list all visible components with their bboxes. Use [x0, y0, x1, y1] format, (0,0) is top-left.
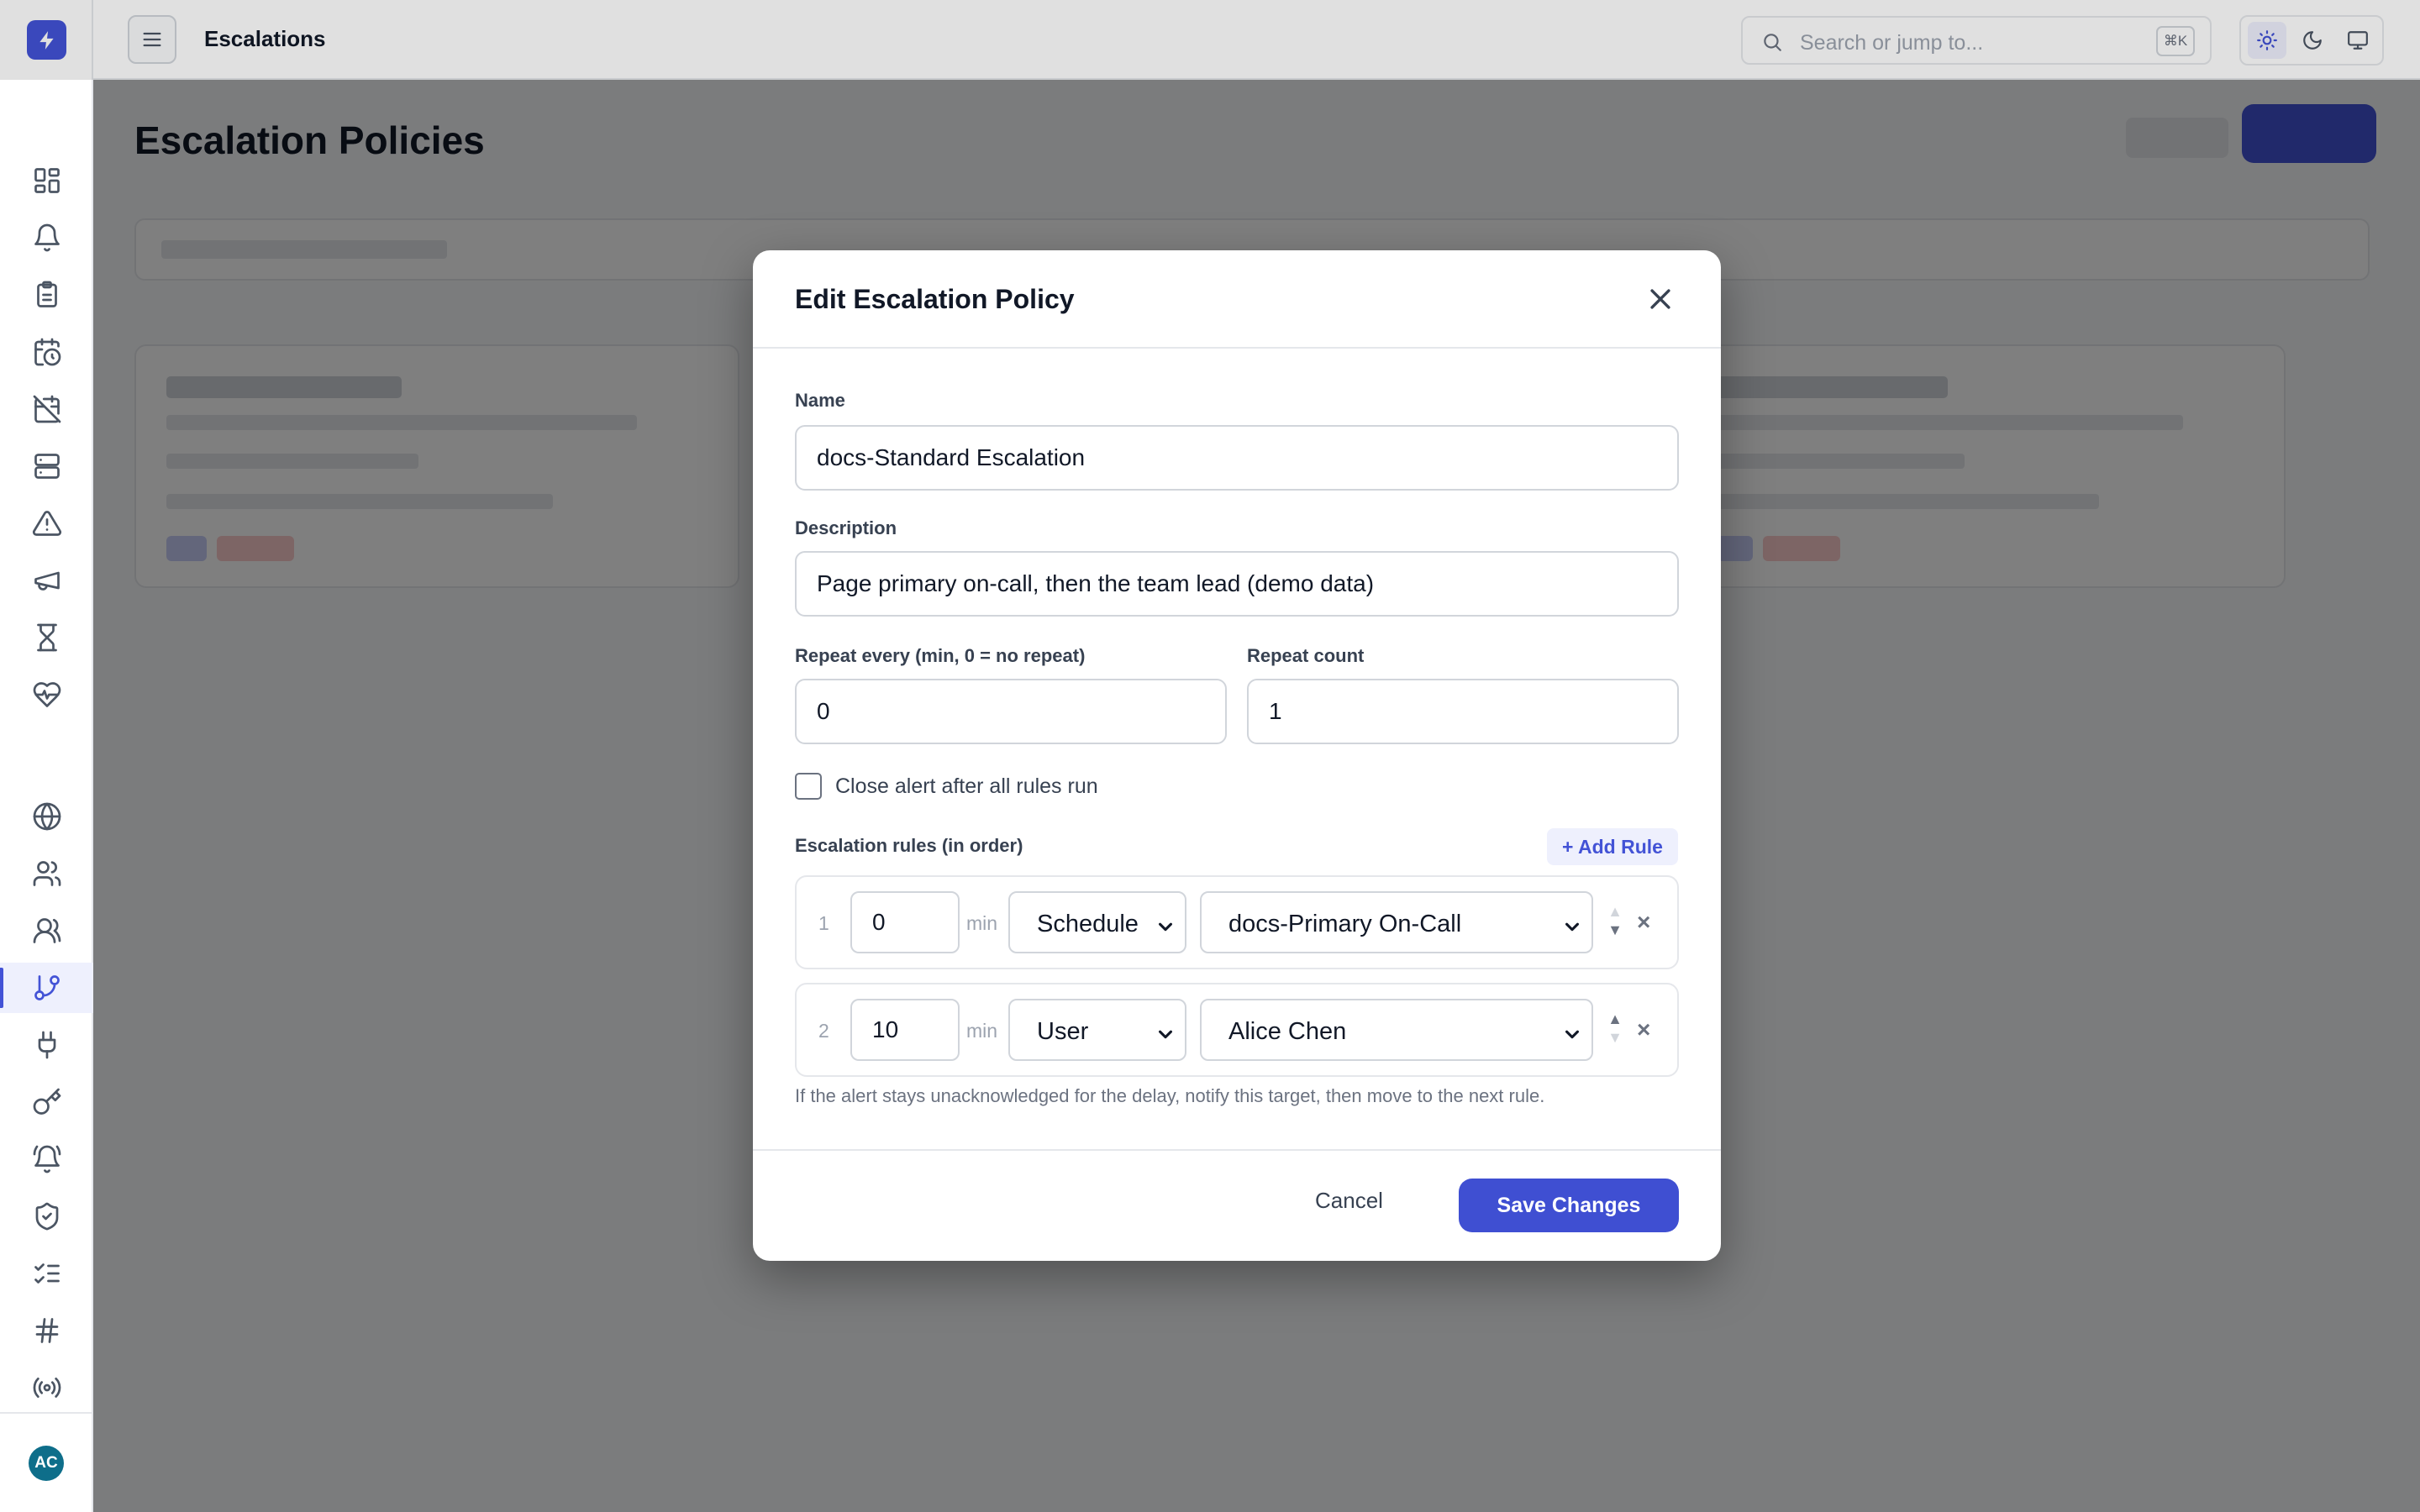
close-button[interactable] — [1644, 282, 1677, 316]
sidebar-item-escalations[interactable] — [0, 963, 93, 1013]
add-rule-button[interactable]: + Add Rule — [1547, 828, 1678, 865]
sidebar-divider — [0, 1412, 93, 1414]
chevron-down-icon — [1563, 1022, 1581, 1041]
escalation-rule-row: 1 min Schedule docs-Primary On-Call ▲ ▼ … — [795, 875, 1679, 969]
rule-target-type-value: Schedule — [1037, 911, 1139, 937]
bell-icon — [34, 223, 60, 252]
rule-delay-input[interactable] — [850, 891, 960, 953]
escalation-rule-row: 2 min User Alice Chen ▲ ▼ × — [795, 983, 1679, 1077]
rule-target-type-select[interactable]: Schedule — [1008, 891, 1186, 953]
sidebar-item-services[interactable] — [0, 441, 93, 491]
name-label: Name — [795, 390, 845, 411]
sidebar-item-schedules[interactable] — [0, 327, 93, 377]
key-icon — [33, 1088, 60, 1115]
heart-pulse-icon — [33, 682, 60, 707]
radio-icon — [33, 1378, 60, 1398]
remove-rule-icon[interactable]: × — [1637, 909, 1650, 936]
plug-icon — [38, 1031, 55, 1059]
sidebar-item-notifications[interactable] — [0, 1134, 93, 1184]
sidebar-item-channels[interactable] — [0, 1305, 93, 1356]
topbar-shade — [0, 0, 2420, 80]
rule-target-type-value: User — [1037, 1018, 1089, 1045]
calendar-off-icon — [33, 395, 60, 423]
avatar[interactable]: AC — [29, 1446, 64, 1481]
globe-icon — [33, 802, 60, 831]
rule-delay-unit: min — [966, 912, 998, 934]
rules-hint: If the alert stays unacknowledged for th… — [795, 1085, 1545, 1106]
rule-target-type-select[interactable]: User — [1008, 999, 1186, 1061]
repeat-every-label: Repeat every (min, 0 = no repeat) — [795, 645, 1086, 666]
close-after-label: Close alert after all rules run — [835, 774, 1098, 798]
chevron-down-icon — [1156, 1022, 1175, 1041]
modal-title: Edit Escalation Policy — [795, 284, 1075, 314]
git-branch-icon — [34, 975, 60, 1000]
sidebar-item-timeouts[interactable] — [0, 612, 93, 663]
sidebar-item-api-keys[interactable] — [0, 1077, 93, 1127]
repeat-every-field[interactable] — [795, 679, 1227, 744]
server-icon — [34, 454, 60, 479]
sidebar-item-heartbeats[interactable] — [0, 669, 93, 720]
modal-footer-divider — [753, 1149, 1721, 1151]
sidebar-item-teams[interactable] — [0, 906, 93, 956]
sidebar-item-announcements[interactable] — [0, 555, 93, 606]
move-down-icon[interactable]: ▼ — [1605, 1028, 1625, 1047]
dashboard-icon — [34, 168, 60, 193]
rules-title: Escalation rules (in order) — [795, 835, 1023, 856]
sidebar-item-security[interactable] — [0, 1191, 93, 1242]
rule-target-value: Alice Chen — [1228, 1018, 1347, 1045]
sidebar-item-maintenance[interactable] — [0, 384, 93, 434]
sidebar-item-incidents[interactable] — [0, 270, 93, 320]
sidebar-item-integrations[interactable] — [0, 1020, 93, 1070]
sidebar-item-users[interactable] — [0, 848, 93, 899]
cancel-button[interactable]: Cancel — [1315, 1188, 1383, 1214]
save-changes-button[interactable]: Save Changes — [1459, 1179, 1679, 1232]
chevron-down-icon — [1563, 915, 1581, 933]
hash-icon — [35, 1318, 58, 1343]
list-checks-icon — [34, 1263, 60, 1284]
repeat-count-label: Repeat count — [1247, 645, 1365, 666]
shield-check-icon — [35, 1202, 58, 1231]
users-icon — [33, 861, 60, 886]
move-up-icon[interactable]: ▲ — [1605, 1010, 1625, 1028]
warning-triangle-icon — [32, 511, 61, 536]
description-field[interactable] — [795, 551, 1679, 617]
description-label: Description — [795, 517, 897, 538]
move-up-icon[interactable]: ▲ — [1605, 902, 1625, 921]
rule-index: 1 — [818, 912, 829, 934]
sidebar-item-checklists[interactable] — [0, 1248, 93, 1299]
sidebar-item-dashboard[interactable] — [0, 155, 93, 206]
close-icon — [1650, 289, 1670, 309]
sidebar: AC — [0, 0, 93, 1512]
sidebar-item-broadcast[interactable] — [0, 1362, 93, 1413]
sidebar-item-alerts[interactable] — [0, 213, 93, 263]
close-after-checkbox[interactable] — [795, 773, 822, 800]
modal-header: Edit Escalation Policy — [753, 250, 1721, 349]
sidebar-item-problems[interactable] — [0, 498, 93, 549]
rule-delay-unit: min — [966, 1020, 998, 1042]
team-icon — [33, 918, 60, 943]
calendar-clock-icon — [34, 338, 60, 366]
edit-escalation-modal: Edit Escalation Policy Name Description … — [753, 250, 1721, 1261]
move-down-icon[interactable]: ▼ — [1605, 921, 1625, 939]
bell-ring-icon — [33, 1145, 60, 1173]
clipboard-icon — [36, 281, 57, 307]
rule-reorder-controls: ▲ ▼ — [1605, 1010, 1625, 1052]
rule-target-select[interactable]: docs-Primary On-Call — [1200, 891, 1593, 953]
rule-index: 2 — [818, 1020, 829, 1042]
name-field[interactable] — [795, 425, 1679, 491]
remove-rule-icon[interactable]: × — [1637, 1016, 1650, 1043]
megaphone-icon — [34, 571, 60, 591]
chevron-down-icon — [1156, 915, 1175, 933]
sidebar-item-status-pages[interactable] — [0, 791, 93, 842]
hourglass-icon — [36, 623, 57, 652]
repeat-count-field[interactable] — [1247, 679, 1679, 744]
rule-reorder-controls: ▲ ▼ — [1605, 902, 1625, 944]
rule-target-value: docs-Primary On-Call — [1228, 911, 1462, 937]
rule-target-select[interactable]: Alice Chen — [1200, 999, 1593, 1061]
rule-delay-input[interactable] — [850, 999, 960, 1061]
